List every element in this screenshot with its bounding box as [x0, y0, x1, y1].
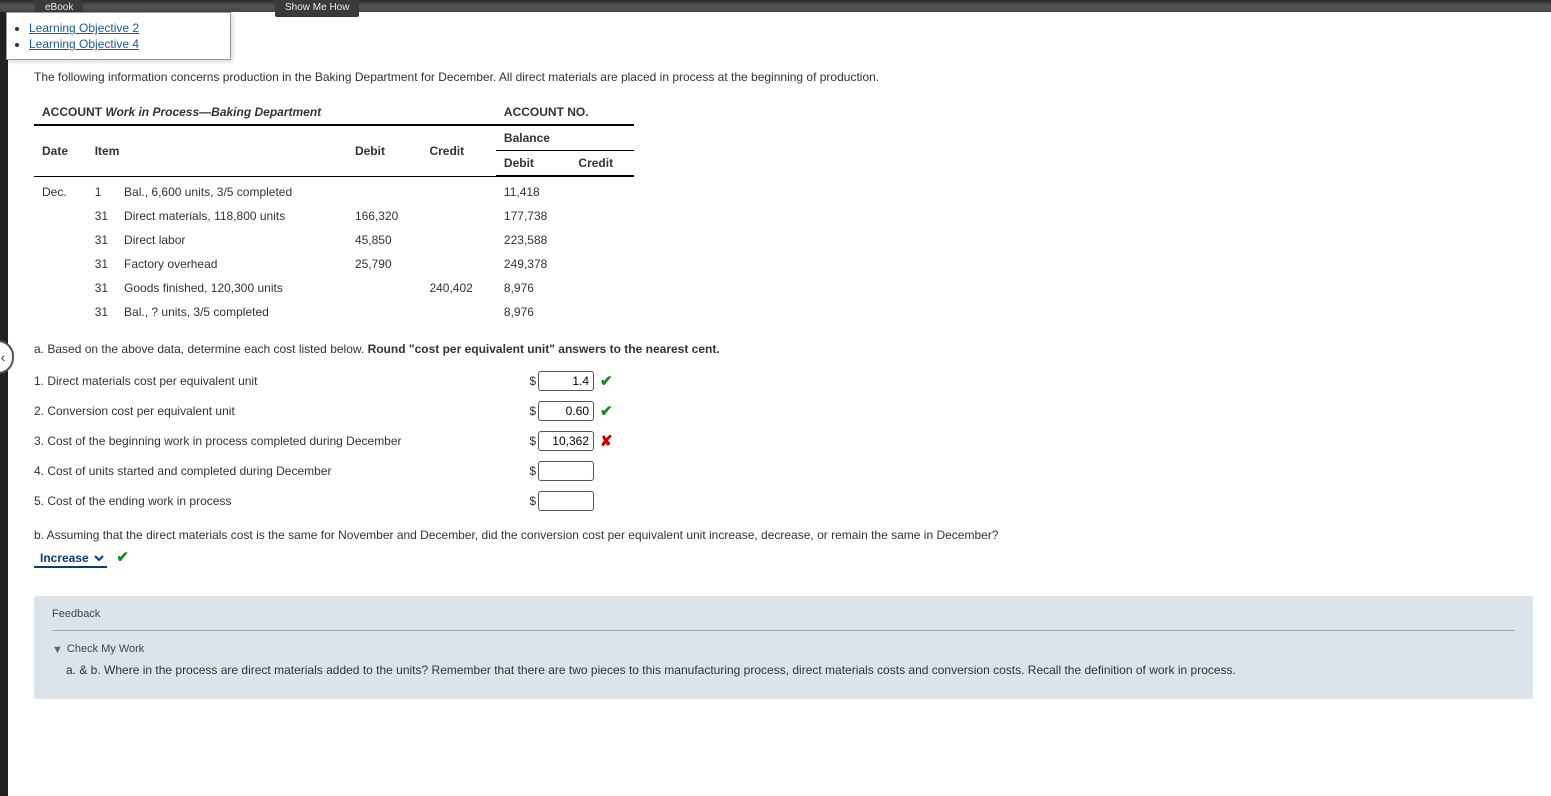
- top-toolbar-strip: eBook Show Me How: [0, 0, 1551, 12]
- account-no-label: ACCOUNT NO.: [496, 100, 634, 125]
- account-title: ACCOUNT Work in Process—Baking Departmen…: [34, 100, 496, 125]
- col-credit: Credit: [421, 125, 495, 176]
- triangle-down-icon: ▼: [52, 644, 63, 656]
- col-item: Item: [87, 125, 347, 176]
- feedback-body: a. & b. Where in the process are direct …: [52, 663, 1515, 677]
- feedback-title: Feedback: [52, 608, 1515, 620]
- learning-objectives-dropdown: Learning Objective 2 Learning Objective …: [6, 12, 231, 60]
- answer-row: 1. Direct materials cost per equivalent …: [34, 366, 1533, 396]
- chevron-left-icon: ‹: [1, 349, 6, 365]
- ledger-row: Dec. 1 Bal., 6,600 units, 3/5 completed …: [34, 176, 634, 204]
- ledger-row: 31 Goods finished, 120,300 units 240,402…: [34, 276, 634, 300]
- ledger-row: 31 Direct labor45,850 223,588: [34, 228, 634, 252]
- check-my-work-toggle[interactable]: ▼Check My Work: [52, 643, 1515, 655]
- part-b: b. Assuming that the direct materials co…: [34, 528, 1533, 568]
- answer-input-5[interactable]: [538, 491, 594, 511]
- ledger-table: ACCOUNT Work in Process—Baking Departmen…: [34, 100, 634, 324]
- col-bal-credit: Credit: [570, 151, 634, 177]
- ledger-row: 31 Bal., ? units, 3/5 completed 8,976: [34, 300, 634, 324]
- answer-input-4[interactable]: [538, 461, 594, 481]
- ledger-row: 31 Direct materials, 118,800 units166,32…: [34, 204, 634, 228]
- answer-row: 4. Cost of units started and completed d…: [34, 456, 1533, 486]
- learning-objective-link[interactable]: Learning Objective 4: [29, 37, 139, 51]
- col-bal-debit: Debit: [496, 151, 570, 177]
- answer-input-3[interactable]: [538, 431, 594, 451]
- learning-objective-link[interactable]: Learning Objective 2: [29, 21, 139, 35]
- col-date: Date: [34, 125, 87, 176]
- ledger-row: 31 Factory overhead25,790 249,378: [34, 252, 634, 276]
- check-icon: ✔: [600, 372, 613, 390]
- col-balance: Balance: [496, 125, 634, 151]
- col-debit: Debit: [347, 125, 421, 176]
- problem-content: The following information concerns produ…: [0, 12, 1551, 796]
- feedback-panel: Feedback ▼Check My Work a. & b. Where in…: [34, 596, 1533, 699]
- answer-row: 3. Cost of the beginning work in process…: [34, 426, 1533, 456]
- tab-show-me-how[interactable]: Show Me How: [275, 0, 359, 17]
- intro-text: The following information concerns produ…: [34, 70, 1533, 84]
- answer-input-2[interactable]: [538, 401, 594, 421]
- check-icon: ✔: [116, 549, 129, 566]
- part-a: a. Based on the above data, determine ea…: [34, 342, 1533, 516]
- answer-row: 2. Conversion cost per equivalent unit $…: [34, 396, 1533, 426]
- answer-input-1[interactable]: [538, 371, 594, 391]
- x-icon: ✘: [600, 432, 613, 450]
- check-icon: ✔: [600, 402, 613, 420]
- answer-row: 5. Cost of the ending work in process $: [34, 486, 1533, 516]
- part-b-select[interactable]: Increase: [34, 550, 107, 566]
